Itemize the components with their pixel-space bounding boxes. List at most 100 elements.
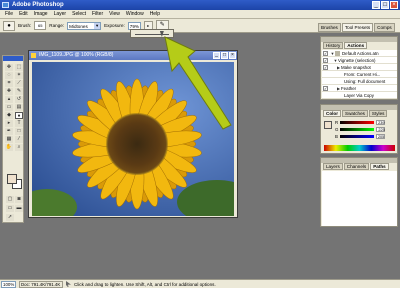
menu-layer[interactable]: Layer: [51, 10, 70, 19]
brush-tool-icon[interactable]: ✎: [15, 88, 23, 95]
lasso-tool-icon[interactable]: ◌: [5, 72, 13, 79]
eyedropper-tool-icon[interactable]: ⁄: [15, 136, 23, 143]
menu-edit[interactable]: Edit: [16, 10, 31, 19]
action-row[interactable]: From: Current Hi...: [322, 71, 397, 78]
doc-size-info[interactable]: Doc: 791.4K/791.4K: [19, 280, 63, 288]
move-tool-icon[interactable]: ✥: [5, 64, 13, 71]
path-select-icon[interactable]: ▸: [5, 120, 13, 127]
zoom-field[interactable]: 100%: [1, 280, 16, 288]
screen-mode-standard-icon[interactable]: ▭: [6, 205, 14, 212]
dodge-tool-icon[interactable]: ●: [15, 112, 23, 119]
healing-tool-icon[interactable]: ✚: [5, 88, 13, 95]
action-label: Vignette (selection): [338, 57, 376, 63]
paths-list: [322, 171, 397, 226]
pointer-icon: [66, 281, 71, 287]
toggle-checkbox[interactable]: ✓: [323, 50, 328, 56]
screen-mode-full-icon[interactable]: ▬: [15, 205, 23, 212]
toggle-checkbox[interactable]: ✓: [323, 57, 328, 63]
marquee-tool-icon[interactable]: ⬚: [15, 64, 23, 71]
green-slider[interactable]: [340, 128, 375, 131]
stamp-tool-icon[interactable]: ▴: [5, 96, 13, 103]
close-button[interactable]: ×: [390, 1, 398, 9]
folder-icon: [335, 50, 340, 56]
toggle-checkbox[interactable]: ✓: [323, 85, 328, 91]
color-panel: Color Swatches Styles R 239 G 225 B 205: [320, 104, 398, 154]
menu-file[interactable]: File: [2, 10, 16, 19]
history-brush-icon[interactable]: ↺: [15, 96, 23, 103]
chevron-right-icon: ▸: [147, 23, 150, 28]
tab-layers[interactable]: Layers: [323, 163, 343, 170]
foreground-color-swatch[interactable]: [7, 174, 17, 184]
menu-view[interactable]: View: [106, 10, 123, 19]
tab-paths[interactable]: Paths: [370, 163, 389, 170]
blue-slider[interactable]: [339, 135, 374, 138]
menu-help[interactable]: Help: [147, 10, 163, 19]
crop-tool-icon[interactable]: ⌗: [5, 80, 13, 87]
tool-preset-picker[interactable]: ●: [3, 20, 15, 31]
action-row[interactable]: Layer Via Copy: [322, 92, 397, 99]
color-foreground-swatch[interactable]: [324, 121, 332, 129]
tab-styles[interactable]: Styles: [368, 110, 388, 117]
blue-value[interactable]: 205: [375, 134, 385, 139]
minimize-button[interactable]: _: [372, 1, 380, 9]
status-bar: 100% Doc: 791.4K/791.4K Click and drag t…: [0, 279, 400, 288]
well-tab-comps[interactable]: Comps: [374, 23, 395, 32]
action-row[interactable]: ✓ ▶ Make snapshot: [322, 64, 397, 71]
history-actions-tabs: History Actions: [323, 42, 368, 49]
layers-panel: Layers Channels Paths: [320, 157, 398, 227]
action-label: Default Actions.atn: [342, 50, 379, 56]
zoom-tool-icon[interactable]: ⌕: [15, 144, 23, 151]
toggle-checkbox[interactable]: ✓: [323, 64, 328, 70]
tab-color[interactable]: Color: [323, 110, 341, 117]
well-tab-brushes[interactable]: Brushes: [318, 23, 341, 32]
menu-filter[interactable]: Filter: [89, 10, 106, 19]
action-row[interactable]: ✓ ▼ Default Actions.atn: [322, 50, 397, 57]
app-titlebar: Adobe Photoshop: [0, 0, 400, 10]
tab-history[interactable]: History: [323, 42, 344, 49]
toolbox-header[interactable]: [3, 56, 23, 61]
pen-tool-icon[interactable]: ✒: [5, 128, 13, 135]
slice-tool-icon[interactable]: ⟋: [15, 80, 23, 87]
brush-label: Brush:: [18, 23, 32, 28]
range-select[interactable]: Midtones ▼: [67, 21, 102, 30]
notes-tool-icon[interactable]: ▦: [5, 136, 13, 143]
shape-tool-icon[interactable]: □: [15, 128, 23, 135]
menu-window[interactable]: Window: [123, 10, 147, 19]
type-tool-icon[interactable]: T: [15, 120, 23, 127]
red-slider[interactable]: [340, 121, 375, 124]
action-row[interactable]: Using: Full document: [322, 78, 397, 85]
action-label: Make snapshot: [341, 64, 371, 70]
standard-mode-icon[interactable]: ▢: [6, 196, 14, 203]
maximize-button[interactable]: □: [381, 1, 389, 9]
green-value[interactable]: 225: [376, 127, 386, 132]
action-row[interactable]: ✓ ▶ Feather: [322, 85, 397, 92]
channel-label: G: [335, 127, 339, 132]
red-value[interactable]: 239: [376, 120, 386, 125]
chevron-down-icon: ▼: [94, 22, 101, 29]
action-row[interactable]: ✓ ▼ Vignette (selection): [322, 57, 397, 64]
color-ramp[interactable]: [324, 145, 395, 151]
color-panel-tabs: Color Swatches Styles: [323, 110, 388, 117]
quick-mask-icon[interactable]: ◙: [15, 196, 23, 203]
tab-actions[interactable]: Actions: [344, 42, 368, 49]
photoshop-app-icon: [2, 2, 9, 8]
gradient-tool-icon[interactable]: ▤: [15, 104, 23, 111]
magic-wand-tool-icon[interactable]: ✶: [15, 72, 23, 79]
menu-select[interactable]: Select: [69, 10, 89, 19]
brush-picker[interactable]: 65: [34, 21, 47, 30]
channel-label: R: [335, 120, 339, 125]
tool-grid: ✥ ⬚ ◌ ✶ ⌗ ⟋ ✚ ✎ ▴ ↺ ▭ ▤ ◆ ● ▸ T ✒ □ ▦ ⁄ …: [5, 64, 23, 151]
dodge-icon: ●: [7, 22, 11, 29]
menu-image[interactable]: Image: [31, 10, 51, 19]
tab-channels[interactable]: Channels: [343, 163, 370, 170]
annotation-arrow: [164, 36, 232, 130]
well-tab-tool-presets[interactable]: Tool Presets: [341, 23, 374, 32]
jump-to-imageready-icon[interactable]: ➚: [6, 214, 14, 221]
layers-panel-tabs: Layers Channels Paths: [323, 163, 389, 170]
hand-tool-icon[interactable]: ✋: [5, 144, 13, 151]
range-value: Midtones: [69, 23, 88, 29]
blur-tool-icon[interactable]: ◆: [5, 112, 13, 119]
window-controls: _ □ ×: [372, 1, 398, 9]
tab-swatches[interactable]: Swatches: [342, 110, 368, 117]
eraser-tool-icon[interactable]: ▭: [5, 104, 13, 111]
